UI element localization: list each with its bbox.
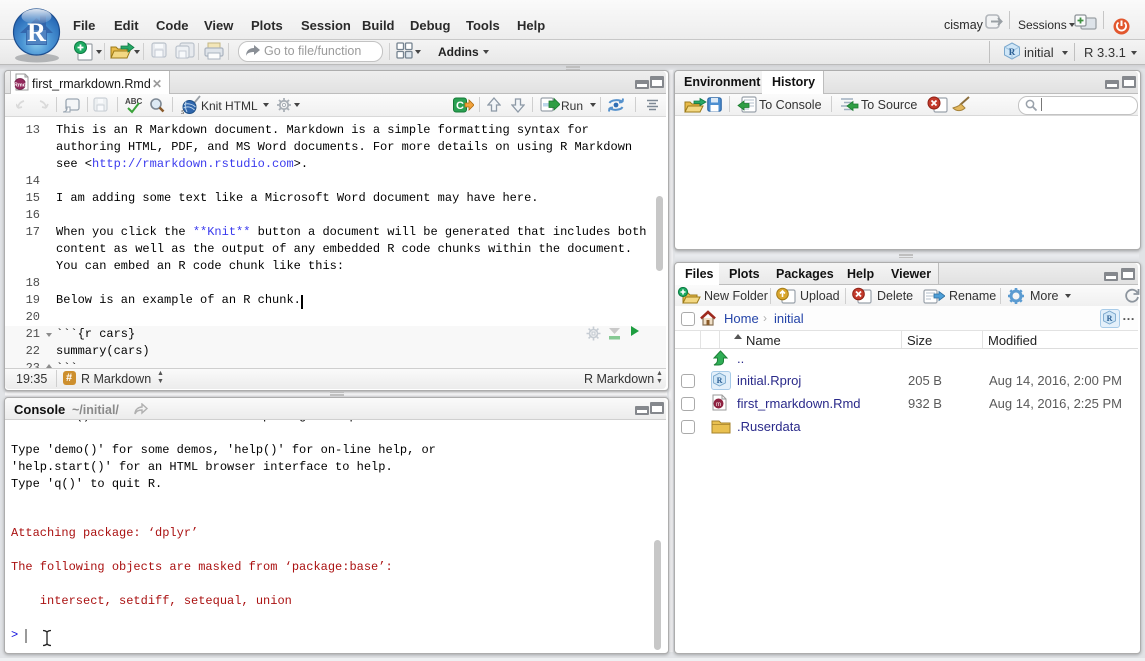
svg-text:C: C xyxy=(456,100,464,112)
svg-text:Rmd: Rmd xyxy=(14,83,26,89)
svg-text:m: m xyxy=(716,402,721,408)
svg-text:R: R xyxy=(1009,47,1016,57)
svg-text:ABC: ABC xyxy=(125,97,143,106)
svg-text:R: R xyxy=(717,376,723,385)
svg-text:R: R xyxy=(1107,314,1113,323)
svg-text:R: R xyxy=(27,18,46,47)
svg-text:s: s xyxy=(181,109,185,115)
